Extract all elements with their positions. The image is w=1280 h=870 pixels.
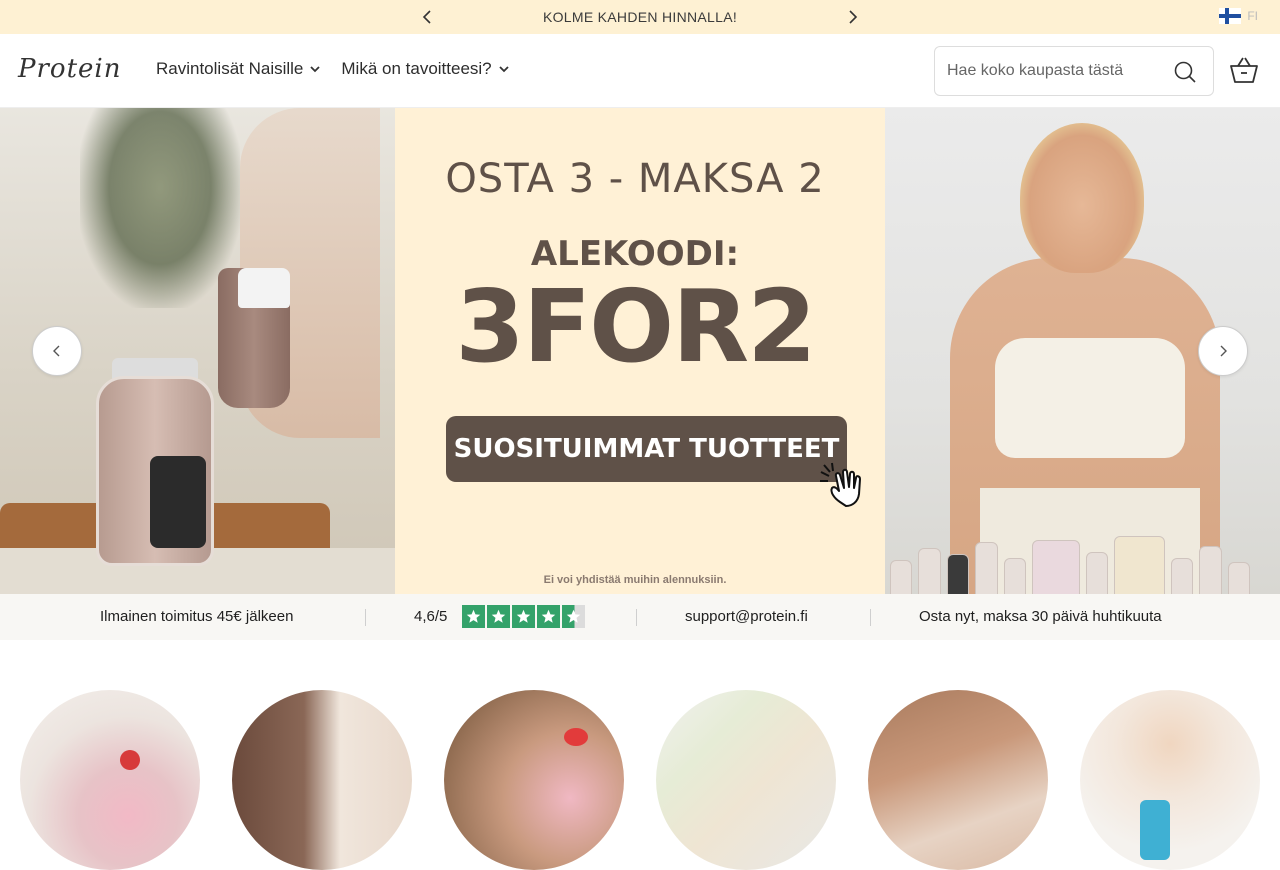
chevron-down-icon (310, 66, 321, 73)
category-carousel (0, 690, 1280, 870)
nav-item-your-goal[interactable]: Mikä on tavoitteesi? (341, 59, 509, 79)
announcement-text[interactable]: KOLME KAHDEN HINNALLA! (0, 0, 1280, 34)
category-strawberry-shake[interactable] (20, 690, 200, 870)
category-pink-drink[interactable] (444, 690, 624, 870)
category-sachets[interactable] (656, 690, 836, 870)
search-box (934, 46, 1214, 96)
carousel-next-button[interactable] (1198, 326, 1248, 376)
search-icon[interactable] (1173, 60, 1197, 84)
trustpilot-stars[interactable] (462, 605, 585, 628)
popular-products-button[interactable]: SUOSITUIMMAT TUOTTEET (446, 416, 847, 482)
hero-disclaimer: Ei voi yhdistää muihin alennuksiin. (543, 574, 727, 586)
category-supplement-jar[interactable] (868, 690, 1048, 870)
brand-logo[interactable]: Protein (18, 54, 120, 86)
usp-bar: Ilmainen toimitus 45€ jälkeen 4,6/5 supp… (0, 594, 1280, 640)
announcement-next-arrow-icon[interactable] (844, 9, 860, 25)
hero-discount-code: 3FOR2 (455, 268, 816, 385)
free-shipping-text: Ilmainen toimitus 45€ jälkeen (100, 608, 294, 625)
hero-banner[interactable]: OSTA 3 - MAKSA 2 ALEKOODI: 3FOR2 SUOSITU… (0, 108, 1280, 594)
star-icon (487, 605, 510, 628)
main-nav: Ravintolisät Naisille Mikä on tavoittees… (156, 59, 510, 79)
finland-flag-icon (1219, 8, 1242, 24)
nav-item-label: Mikä on tavoitteesi? (341, 59, 492, 78)
chevron-right-icon (1220, 345, 1227, 357)
half-star-icon (562, 605, 585, 628)
nav-item-supplements-for-women[interactable]: Ravintolisät Naisille (156, 59, 321, 79)
category-shakers[interactable] (1080, 690, 1260, 870)
divider (636, 609, 637, 626)
hero-title: OSTA 3 - MAKSA 2 (445, 156, 825, 202)
star-icon (512, 605, 535, 628)
carousel-prev-button[interactable] (32, 326, 82, 376)
rating-text: 4,6/5 (414, 608, 448, 625)
pay-later-text: Osta nyt, maksa 30 päivä huhtikuuta (919, 608, 1162, 625)
site-header: Protein Ravintolisät Naisille Mikä on ta… (0, 34, 1280, 108)
divider (365, 609, 366, 626)
star-icon (462, 605, 485, 628)
support-email[interactable]: support@protein.fi (685, 594, 808, 640)
pointing-hand-icon (820, 462, 861, 507)
chevron-down-icon (499, 66, 509, 73)
star-icon (537, 605, 560, 628)
divider (870, 609, 871, 626)
chevron-left-icon (53, 345, 60, 357)
announcement-bar: KOLME KAHDEN HINNALLA! FI (0, 0, 1280, 34)
language-selector[interactable]: FI (1219, 8, 1258, 24)
search-input[interactable] (947, 47, 1167, 95)
basket-icon[interactable] (1228, 54, 1260, 86)
nav-item-label: Ravintolisät Naisille (156, 59, 304, 78)
language-code: FI (1247, 9, 1258, 23)
category-women-duo[interactable] (232, 690, 412, 870)
